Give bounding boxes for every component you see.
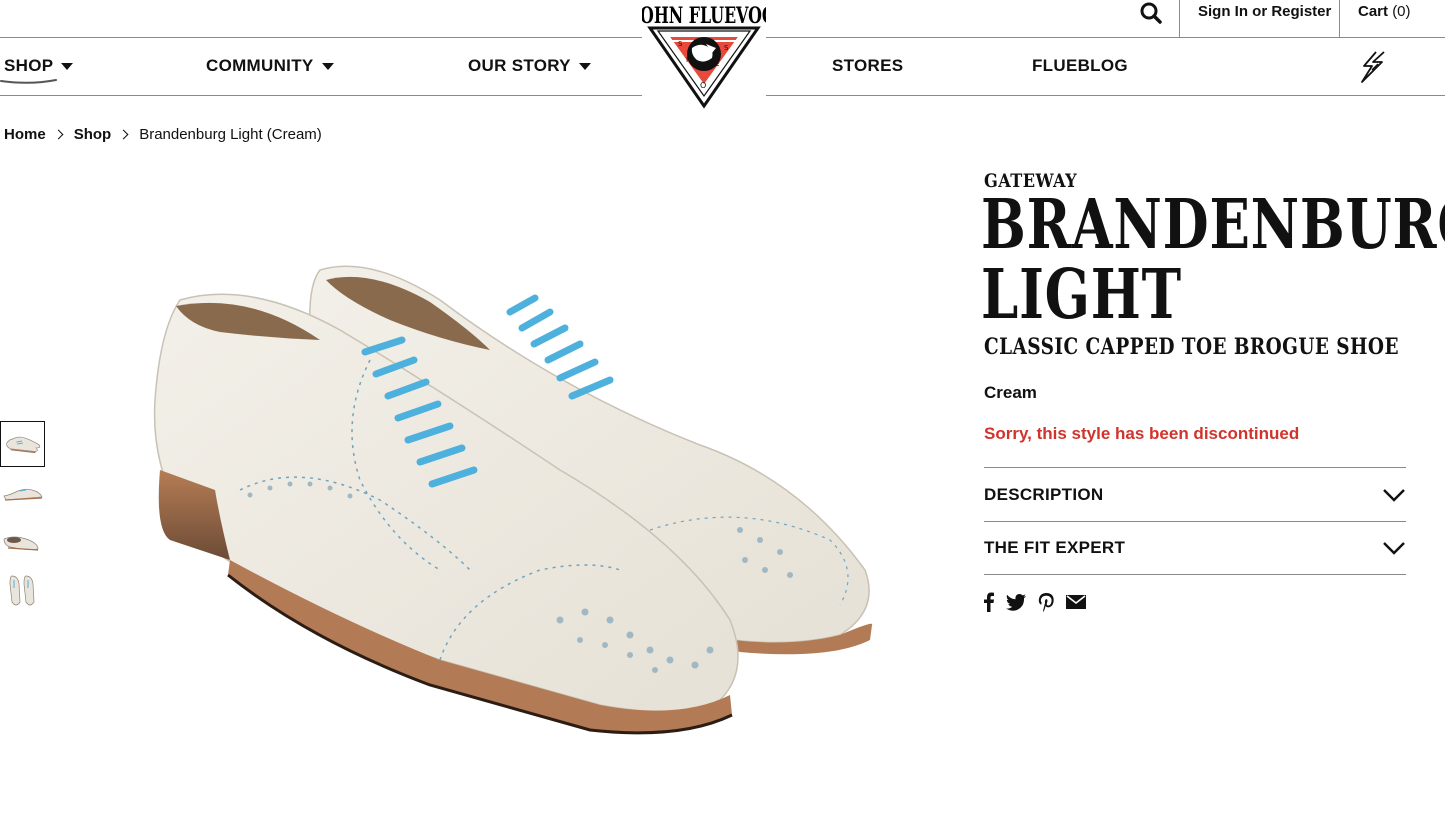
nav-our-story-label: OUR STORY xyxy=(468,56,571,75)
logo-letter: O xyxy=(700,81,706,90)
twitter-icon[interactable] xyxy=(1006,593,1026,611)
product-image[interactable] xyxy=(140,240,890,780)
product-title: BRANDENBURG LIGHT xyxy=(981,185,1445,335)
facebook-icon[interactable] xyxy=(984,592,994,612)
product-title-line1: BRANDENBURG xyxy=(981,185,1445,265)
nav-shop-label: SHOP xyxy=(4,56,54,75)
breadcrumb-home[interactable]: Home xyxy=(4,126,46,143)
pinterest-icon[interactable] xyxy=(1038,592,1054,612)
search-icon[interactable] xyxy=(1138,0,1164,26)
logo-graphic: JOHN FLUEVOG S H O E S xyxy=(631,2,775,109)
email-icon[interactable] xyxy=(1066,595,1086,609)
chevron-right-icon xyxy=(53,129,64,140)
nav-flueblog[interactable]: FLUEBLOG xyxy=(1032,56,1128,76)
discontinued-notice: Sorry, this style has been discontinued xyxy=(984,424,1300,443)
breadcrumb-current: Brandenburg Light (Cream) xyxy=(139,126,322,143)
description-accordion[interactable]: DESCRIPTION xyxy=(984,467,1406,521)
nav-our-story[interactable]: OUR STORY xyxy=(468,56,591,76)
cart-link[interactable]: Cart (0) xyxy=(1358,3,1411,20)
thumbnail-2[interactable] xyxy=(0,470,45,516)
chevron-down-icon xyxy=(1383,542,1405,555)
logo-letter: E xyxy=(715,60,719,68)
nav-shop[interactable]: SHOP xyxy=(4,56,74,76)
thumbnail-image xyxy=(3,536,39,551)
product-title-line2: LIGHT xyxy=(981,255,1182,335)
caret-down-icon xyxy=(61,62,74,70)
chevron-down-icon xyxy=(1383,488,1405,502)
john-fluevog-logo[interactable]: JOHN FLUEVOG S H O E S xyxy=(631,0,775,110)
thumbnail-3[interactable] xyxy=(0,519,45,565)
breadcrumb: Home Shop Brandenburg Light (Cream) xyxy=(4,126,322,143)
nav-stores-label: STORES xyxy=(832,56,904,75)
nav-flueblog-label: FLUEBLOG xyxy=(1032,56,1128,75)
thumbnail-image xyxy=(6,436,41,454)
thumbnail-image xyxy=(9,575,35,606)
thumbnail-4[interactable] xyxy=(0,568,45,614)
nav-stores[interactable]: STORES xyxy=(832,56,903,76)
logo-letter: S xyxy=(678,40,683,48)
utility-divider xyxy=(1179,0,1180,38)
logo-letter: H xyxy=(686,56,691,64)
nav-community[interactable]: COMMUNITY xyxy=(206,56,334,76)
fit-expert-label: THE FIT EXPERT xyxy=(984,538,1126,557)
cart-label: Cart xyxy=(1358,3,1389,20)
nav-community-label: COMMUNITY xyxy=(206,56,314,75)
fit-expert-accordion[interactable]: THE FIT EXPERT xyxy=(984,521,1406,575)
lightning-bolt-icon[interactable] xyxy=(1358,50,1388,84)
utility-divider xyxy=(1339,0,1340,38)
breadcrumb-shop[interactable]: Shop xyxy=(74,126,112,143)
product-subtitle: CLASSIC CAPPED TOE BROGUE SHOE xyxy=(984,334,1399,360)
cart-count: (0) xyxy=(1392,3,1411,20)
thumbnail-1[interactable] xyxy=(0,421,45,467)
logo-wordmark: JOHN FLUEVOG xyxy=(642,2,766,28)
active-underline xyxy=(0,79,57,84)
product-color: Cream xyxy=(984,383,1037,402)
chevron-right-icon xyxy=(118,129,129,140)
caret-down-icon xyxy=(578,62,591,70)
thumbnail-image xyxy=(3,488,43,501)
logo-letter: S xyxy=(724,44,729,52)
share-links xyxy=(984,592,1086,612)
description-label: DESCRIPTION xyxy=(984,484,1104,504)
caret-down-icon xyxy=(321,62,334,70)
sign-in-link[interactable]: Sign In or Register xyxy=(1198,3,1331,20)
